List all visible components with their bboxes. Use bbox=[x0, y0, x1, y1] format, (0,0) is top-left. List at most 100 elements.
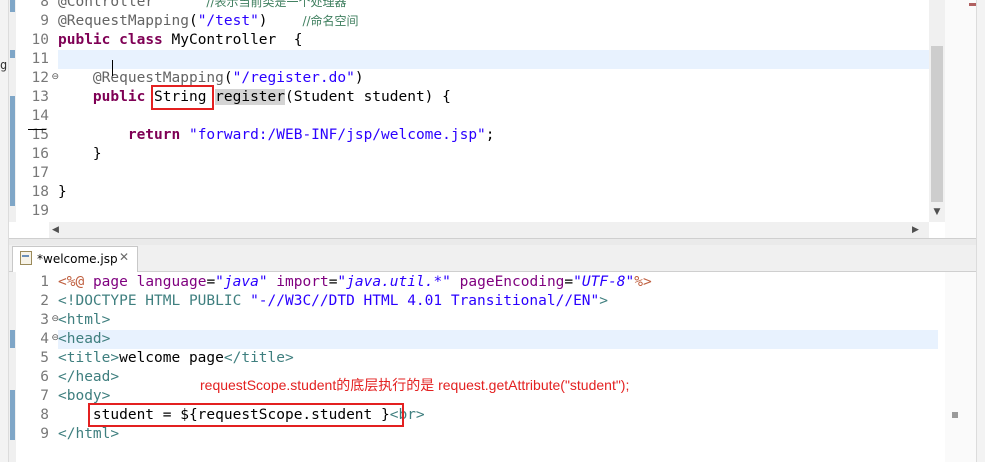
code-token: "forward:/WEB-INF/jsp/welcome.jsp" bbox=[188, 127, 486, 143]
code-line[interactable]: public class MyController { bbox=[58, 31, 302, 50]
java-line-numbers: 8 9 10 11 12 ⊖ 13 14 15 16 17 18 19 bbox=[17, 0, 59, 222]
code-token: </html> bbox=[58, 426, 120, 442]
code-token: <title> bbox=[58, 350, 120, 366]
line-number: 13 bbox=[31, 89, 49, 105]
code-token: welcome page bbox=[119, 350, 224, 366]
line-number: 2 bbox=[40, 293, 49, 309]
code-token: ; bbox=[485, 127, 495, 143]
java-vertical-scroll-thumb[interactable] bbox=[931, 46, 943, 202]
code-line[interactable]: <!DOCTYPE HTML PUBLIC "-//W3C//DTD HTML … bbox=[58, 292, 608, 311]
line-number: 18 bbox=[31, 184, 49, 200]
overview-marker[interactable] bbox=[952, 412, 958, 418]
code-token: //命名空间 bbox=[302, 14, 359, 28]
code-token: pageEncoding bbox=[459, 274, 565, 290]
code-token: <head> bbox=[58, 331, 111, 347]
line-number: 1 bbox=[40, 274, 49, 290]
java-editor[interactable]: 8 9 10 11 12 ⊖ 13 14 15 16 17 18 19 @Controller //表示… bbox=[9, 0, 976, 238]
editor-tab-bar bbox=[9, 245, 985, 272]
java-horizontal-scrollbar[interactable] bbox=[49, 222, 929, 238]
code-line[interactable]: @Controller //表示当前类是一个处理器 bbox=[58, 0, 347, 12]
code-token: <body> bbox=[58, 388, 111, 404]
code-token: </title> bbox=[223, 350, 294, 366]
java-overview-ruler[interactable] bbox=[945, 0, 976, 238]
code-token: ) bbox=[354, 70, 364, 86]
line-number: 12 bbox=[31, 70, 49, 86]
line-number: 8 bbox=[40, 407, 49, 423]
text-caret bbox=[112, 60, 113, 76]
scroll-right-arrow-icon[interactable]: ▶ bbox=[912, 222, 926, 238]
code-line[interactable]: public String register(Student student) … bbox=[58, 88, 451, 107]
code-line[interactable]: <title>welcome page</title> bbox=[58, 349, 294, 368]
code-line[interactable]: } bbox=[58, 145, 102, 164]
code-token: <%@ bbox=[58, 274, 85, 290]
line-number: 14 bbox=[31, 108, 49, 124]
code-token: } bbox=[58, 146, 102, 162]
window-right-edge bbox=[976, 0, 985, 462]
code-token: </head> bbox=[58, 369, 120, 385]
scroll-left-arrow-icon[interactable]: ◀ bbox=[52, 222, 66, 238]
scroll-down-arrow-icon[interactable]: ▼ bbox=[929, 204, 945, 220]
annotation-note: requestScope.student的底层执行的是 request.getA… bbox=[200, 377, 630, 393]
code-line[interactable]: <%@ page language="java" import="java.ut… bbox=[58, 273, 652, 292]
code-token: class bbox=[119, 32, 163, 48]
code-line[interactable]: <head> bbox=[58, 330, 110, 349]
java-annotation-ruler bbox=[9, 0, 16, 222]
tab-label[interactable]: *welcome.jsp bbox=[37, 252, 118, 266]
line-number: 7 bbox=[40, 388, 49, 404]
line-number: 5 bbox=[40, 350, 49, 366]
code-token: (Student student) { bbox=[285, 89, 451, 105]
code-token: register bbox=[215, 89, 285, 105]
line-number: 6 bbox=[40, 369, 49, 385]
code-line[interactable]: </html> bbox=[58, 425, 119, 444]
code-token: import bbox=[276, 274, 329, 290]
code-token: @RequestMapping bbox=[58, 13, 189, 29]
code-token: <!DOCTYPE HTML PUBLIC bbox=[58, 293, 251, 309]
code-token: "/test" bbox=[197, 13, 259, 29]
left-edge-letter: g bbox=[0, 58, 8, 72]
code-token: "-//W3C//DTD HTML 4.01 Transitional//EN" bbox=[250, 293, 600, 309]
jsp-overview-ruler[interactable] bbox=[945, 272, 976, 462]
jsp-annotation-ruler bbox=[9, 272, 16, 462]
code-line[interactable]: return "forward:/WEB-INF/jsp/welcome.jsp… bbox=[58, 126, 495, 145]
line-number: 10 bbox=[31, 32, 49, 48]
jsp-editor[interactable]: 1 2 3 ⊖ 4 ⊖ 5 6 7 8 9 <%@ page language="java" imp… bbox=[9, 272, 985, 462]
line-number: 17 bbox=[31, 165, 49, 181]
java-code-area[interactable]: @Controller //表示当前类是一个处理器 @RequestMapping… bbox=[58, 0, 930, 222]
change-marker bbox=[10, 330, 15, 348]
code-token: ) bbox=[258, 13, 303, 29]
el-expression-highlight-box bbox=[88, 403, 404, 427]
jsp-code-area[interactable]: <%@ page language="java" import="java.ut… bbox=[58, 272, 938, 462]
line-number: 19 bbox=[31, 203, 49, 219]
close-icon[interactable]: ✕ bbox=[119, 250, 129, 264]
line-7-marker bbox=[28, 129, 46, 130]
line-number: 16 bbox=[31, 146, 49, 162]
line-number: 9 bbox=[40, 13, 49, 29]
code-token: page bbox=[92, 274, 128, 290]
jsp-file-icon bbox=[20, 251, 32, 265]
code-token: "java" bbox=[215, 274, 268, 290]
change-marker bbox=[10, 96, 15, 206]
code-line[interactable]: <html> bbox=[58, 311, 110, 330]
change-marker bbox=[10, 0, 15, 12]
jsp-file-icon-stripe bbox=[22, 255, 29, 257]
code-token: = bbox=[206, 274, 216, 290]
change-marker bbox=[10, 50, 15, 58]
code-line[interactable]: } bbox=[58, 183, 67, 202]
code-token: ( bbox=[188, 13, 198, 29]
code-line[interactable]: </head> bbox=[58, 368, 119, 387]
code-token: MyController { bbox=[162, 32, 303, 48]
code-line[interactable]: @RequestMapping("/test") //命名空间 bbox=[58, 12, 359, 31]
line-number: 4 bbox=[40, 331, 49, 347]
code-token: "UTF-8" bbox=[573, 274, 635, 290]
line-number: 3 bbox=[40, 312, 49, 328]
